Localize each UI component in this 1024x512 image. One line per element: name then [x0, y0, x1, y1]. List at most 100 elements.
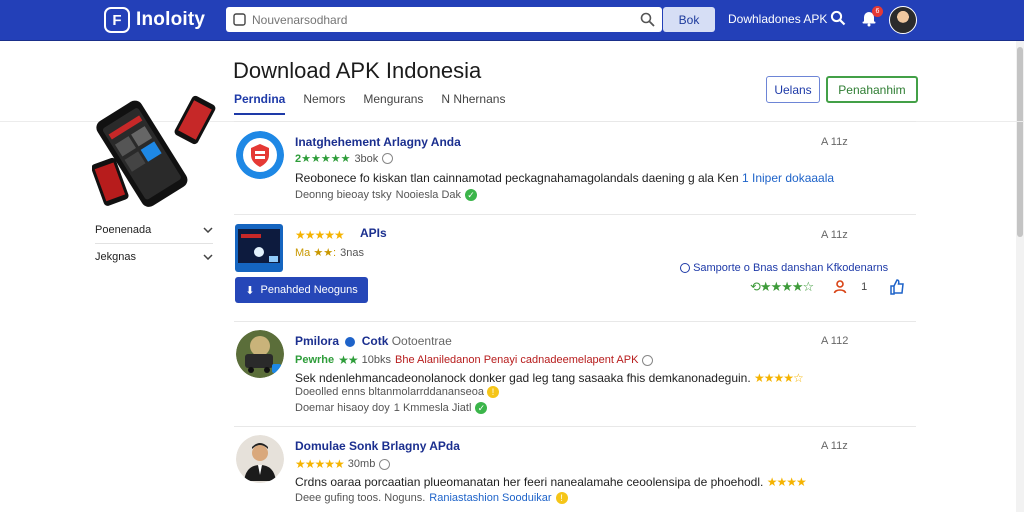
warning-icon: ! [487, 386, 500, 399]
app-rating-row: Ma ★★: 3nas [295, 246, 364, 260]
tab-nhernans[interactable]: N Nhernans [441, 92, 505, 115]
app-title[interactable]: Pmilora [295, 334, 339, 348]
app-size: A 11z [821, 136, 848, 148]
search-icon[interactable] [830, 10, 846, 31]
app-rating-row: 2★★★★★ 3bok [295, 152, 394, 165]
sidebar-item-poenenada[interactable]: Poenenada [95, 224, 213, 236]
download-count: 3bok [354, 152, 379, 165]
rating-text: 2★★★★★ [295, 153, 351, 165]
warning-icon: ! [555, 492, 568, 504]
download-count: 3nas [340, 246, 364, 259]
note-text: Samporte o Bnas danshan Kfkodenarns [693, 262, 889, 274]
app-title[interactable]: Domulae Sonk Brlagny APda [295, 439, 460, 453]
app-title[interactable]: APIs [360, 226, 387, 240]
uelans-button[interactable]: Uelans [766, 76, 820, 103]
tab-mengurans[interactable]: Mengurans [363, 92, 423, 115]
app-title-row: Pmilora Cotk Ootoentrae [295, 334, 452, 348]
stars-icon: ★★★★ [766, 475, 807, 489]
app-icon-screenshot[interactable] [235, 224, 283, 272]
footer-text: Doemar hisaoy doy [295, 402, 390, 414]
app-actions: ⟲★★★★☆ 1 [750, 279, 905, 295]
footer-text: Deee gufing toos. Noguns. [295, 492, 426, 504]
tab-bar: Perndina Nemors Mengurans N Nhernans [234, 92, 505, 115]
description-link[interactable]: 1 Iniper dokaaala [742, 171, 834, 185]
app-title[interactable]: Inatghehement Arlagny Anda [295, 135, 461, 149]
support-note: Samporte o Bnas danshan Kfkodenarns [680, 262, 888, 274]
verified-check-icon: ✓ [465, 189, 478, 201]
logo[interactable]: F Inoloity [104, 7, 205, 33]
info-icon [382, 153, 394, 164]
rating-text: Ma ★★: [295, 247, 337, 259]
footer-tag: 1 Kmmesla Jiatl [393, 402, 472, 414]
app-footer: Doemar hisaoy doy 1 Kmmesla Jiatl ✓ [295, 402, 488, 414]
notification-button[interactable]: 6 [860, 6, 883, 32]
app-title-extra: Cotk [361, 334, 389, 348]
sidebar-item-label: Poenenada [95, 224, 152, 236]
app-icon-train[interactable] [236, 330, 284, 378]
info-icon [642, 354, 654, 366]
verified-badge-icon [345, 336, 356, 347]
tab-perndina[interactable]: Perndina [234, 92, 286, 115]
info-icon [379, 458, 391, 470]
download-button[interactable]: ⬇ Penahded Neoguns [235, 277, 368, 303]
search-input[interactable] [252, 12, 632, 27]
app-title-sub: Ootoentrae [391, 334, 452, 348]
app-rating-row: Pewrhe ★★ 10bks Bhe Alaniledanon Penayi … [295, 353, 654, 367]
thumbs-up-icon[interactable] [889, 279, 905, 295]
stars-icon: ★★★★☆ [754, 371, 804, 385]
card-divider [234, 214, 916, 215]
sidebar-divider [95, 243, 213, 244]
stars-icon: ★★★★★ [295, 457, 345, 471]
download-button-label: Penahded Neoguns [260, 284, 358, 296]
penahanhim-button[interactable]: Penahanhim [826, 76, 918, 103]
info-icon [680, 263, 690, 274]
like-count: 1 [861, 281, 868, 293]
sidebar-item-jekgnas[interactable]: Jekgnas [95, 251, 213, 263]
app-description: Crdns oaraa porcaatian plueomanatan her … [295, 475, 807, 489]
card-divider [234, 121, 916, 122]
notification-badge: 6 [872, 6, 883, 17]
app-footer: Deonng bieoay tsky Nooiesla Dak ✓ [295, 189, 478, 201]
app-icon-shield[interactable] [236, 131, 284, 179]
app-footer: Deee gufing toos. Noguns. Raniastashion … [295, 492, 568, 504]
page-title: Download APK Indonesia [233, 58, 482, 83]
description-text: Crdns oaraa porcaatian plueomanatan her … [295, 475, 764, 489]
highlight-text: Bhe Alaniledanon Penayi cadnadeemelapent… [395, 354, 639, 366]
user-avatar[interactable] [889, 6, 917, 34]
star-rating: ★★★★★ [295, 228, 345, 242]
card-divider [234, 321, 916, 322]
app-rating-row: ★★★★★ 30mb [295, 457, 391, 471]
app-description-line2: Doeolled enns bltanmolarrddananseoa ! [295, 386, 500, 399]
app-description: Reobonece fo kiskan tlan cainnamotad pec… [295, 171, 834, 185]
download-arrow-icon: ⬇ [245, 284, 255, 297]
logo-text: Inoloity [136, 9, 206, 30]
person-icon[interactable] [833, 280, 847, 294]
logo-mark-icon: F [104, 7, 130, 33]
search-icon [226, 13, 252, 26]
description-text: Reobonece fo kiskan tlan cainnamotad pec… [295, 171, 739, 185]
stars-icon: ★★★★★ [295, 228, 345, 242]
rating-text: Pewrhe [295, 354, 335, 366]
download-apk-link[interactable]: Dowhladones APK [728, 12, 827, 26]
verified-check-icon: ✓ [475, 402, 488, 414]
app-size: A 11z [821, 229, 848, 241]
magnifier-icon[interactable] [632, 12, 662, 27]
search-button[interactable]: Bok [663, 7, 715, 32]
app-description: Sek ndenlehmancadeonolanock donker gad l… [295, 371, 804, 385]
footer-text: Deonng bieoay tsky [295, 189, 392, 201]
scrollbar[interactable] [1016, 41, 1024, 512]
phones-illustration [92, 95, 216, 207]
search-bar [226, 7, 662, 32]
description-text: Sek ndenlehmancadeonolanock donker gad l… [295, 371, 751, 385]
footer-link[interactable]: Raniastashion Sooduikar [429, 492, 551, 504]
stars-icon: ★★ [338, 353, 358, 367]
chevron-down-icon [203, 227, 213, 233]
app-icon-person[interactable] [236, 435, 284, 483]
footer-tag: Nooiesla Dak [395, 189, 462, 201]
top-navigation-bar: F Inoloity Bok Dowhladones APK 6 [0, 0, 1024, 41]
scrollbar-thumb[interactable] [1017, 47, 1023, 237]
green-stars-icon[interactable]: ⟲★★★★☆ [750, 279, 814, 295]
tab-nemors[interactable]: Nemors [303, 92, 345, 115]
app-size: A 112 [821, 335, 849, 347]
sidebar-item-label: Jekgnas [95, 251, 136, 263]
